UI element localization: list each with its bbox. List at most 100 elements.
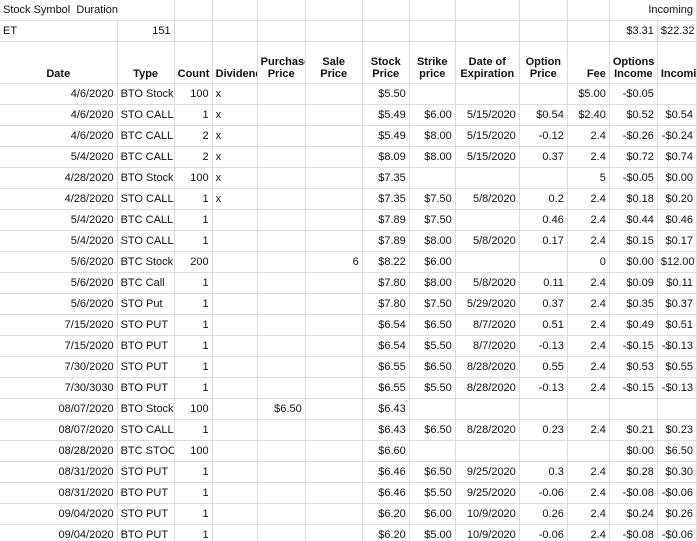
- sale-price-cell[interactable]: [305, 104, 363, 126]
- cell[interactable]: [174, 0, 213, 21]
- strike-price-cell[interactable]: [409, 440, 456, 462]
- strike-price-cell[interactable]: $6.50: [409, 419, 456, 441]
- sale-price-cell[interactable]: [305, 524, 363, 541]
- count-cell[interactable]: 1: [174, 524, 213, 541]
- header-count[interactable]: Count: [174, 41, 213, 84]
- stock-price-cell[interactable]: $6.55: [362, 377, 410, 399]
- dividend-cell[interactable]: x: [212, 125, 258, 147]
- strike-price-cell[interactable]: $5.50: [409, 482, 456, 504]
- dividend-cell[interactable]: [212, 524, 258, 541]
- options-income-cell[interactable]: $0.09: [609, 272, 658, 294]
- type-cell[interactable]: BTC Call: [117, 272, 175, 294]
- sale-price-cell[interactable]: [305, 335, 363, 357]
- incoming-cell[interactable]: $0.51: [657, 314, 697, 336]
- option-price-cell[interactable]: [519, 83, 568, 105]
- dividend-cell[interactable]: [212, 314, 258, 336]
- incoming-cell[interactable]: $0.37: [657, 293, 697, 315]
- purchase-price-cell[interactable]: [257, 314, 306, 336]
- expiration-cell[interactable]: 8/28/2020: [455, 377, 520, 399]
- strike-price-cell[interactable]: $7.50: [409, 188, 456, 210]
- sale-price-cell[interactable]: [305, 293, 363, 315]
- date-cell[interactable]: 5/6/2020: [0, 293, 118, 315]
- incoming-cell[interactable]: $0.46: [657, 209, 697, 231]
- sale-price-cell[interactable]: [305, 146, 363, 168]
- dividend-cell[interactable]: [212, 503, 258, 525]
- strike-price-cell[interactable]: $6.00: [409, 251, 456, 273]
- sale-price-cell[interactable]: [305, 167, 363, 189]
- count-cell[interactable]: 100: [174, 440, 213, 462]
- cell[interactable]: [455, 0, 520, 21]
- strike-price-cell[interactable]: $5.50: [409, 377, 456, 399]
- type-cell[interactable]: BTC STOCK: [117, 440, 175, 462]
- stock-price-cell[interactable]: $7.80: [362, 293, 410, 315]
- dividend-cell[interactable]: x: [212, 188, 258, 210]
- options-income-cell[interactable]: $0.44: [609, 209, 658, 231]
- type-cell[interactable]: STO CALL: [117, 104, 175, 126]
- stock-price-cell[interactable]: $7.35: [362, 167, 410, 189]
- stock-price-cell[interactable]: $6.46: [362, 461, 410, 483]
- options-income-cell[interactable]: $0.00: [609, 251, 658, 273]
- stock-price-cell[interactable]: $6.54: [362, 335, 410, 357]
- duration-value[interactable]: 151: [117, 20, 175, 42]
- count-cell[interactable]: 2: [174, 125, 213, 147]
- fee-cell[interactable]: 5: [567, 167, 610, 189]
- stock-price-cell[interactable]: $8.22: [362, 251, 410, 273]
- cell[interactable]: [567, 20, 610, 42]
- count-cell[interactable]: 1: [174, 461, 213, 483]
- incoming-cell[interactable]: $0.23: [657, 419, 697, 441]
- dividend-cell[interactable]: [212, 356, 258, 378]
- count-cell[interactable]: 100: [174, 398, 213, 420]
- dividend-cell[interactable]: [212, 251, 258, 273]
- cell[interactable]: [362, 20, 410, 42]
- dividend-cell[interactable]: [212, 419, 258, 441]
- count-cell[interactable]: 1: [174, 272, 213, 294]
- incoming-cell[interactable]: -$0.13: [657, 377, 697, 399]
- sale-price-cell[interactable]: [305, 188, 363, 210]
- date-cell[interactable]: 09/04/2020: [0, 524, 118, 541]
- strike-price-cell[interactable]: $8.00: [409, 146, 456, 168]
- fee-cell[interactable]: 2.4: [567, 209, 610, 231]
- stock-price-cell[interactable]: $5.49: [362, 104, 410, 126]
- type-cell[interactable]: BTC Stock: [117, 251, 175, 273]
- option-price-cell[interactable]: [519, 398, 568, 420]
- options-income-cell[interactable]: -$0.26: [609, 125, 658, 147]
- incoming-cell[interactable]: $0.20: [657, 188, 697, 210]
- count-cell[interactable]: 1: [174, 503, 213, 525]
- purchase-price-cell[interactable]: [257, 377, 306, 399]
- header-incoming[interactable]: Incoming: [657, 41, 697, 84]
- cell[interactable]: [212, 20, 258, 42]
- cell[interactable]: [305, 20, 363, 42]
- type-cell[interactable]: BTO PUT: [117, 377, 175, 399]
- sale-price-cell[interactable]: [305, 398, 363, 420]
- option-price-cell[interactable]: 0.37: [519, 293, 568, 315]
- count-cell[interactable]: 1: [174, 188, 213, 210]
- purchase-price-cell[interactable]: [257, 440, 306, 462]
- stock-price-cell[interactable]: $6.20: [362, 524, 410, 541]
- incoming-cell[interactable]: [657, 398, 697, 420]
- dividend-cell[interactable]: [212, 293, 258, 315]
- cell[interactable]: [362, 0, 410, 21]
- cell[interactable]: [409, 0, 456, 21]
- incoming-cell[interactable]: $0.30: [657, 461, 697, 483]
- purchase-price-cell[interactable]: [257, 83, 306, 105]
- type-cell[interactable]: STO PUT: [117, 503, 175, 525]
- date-cell[interactable]: 08/07/2020: [0, 419, 118, 441]
- stock-price-cell[interactable]: $5.49: [362, 125, 410, 147]
- cell[interactable]: [212, 0, 258, 21]
- options-income-cell[interactable]: $0.72: [609, 146, 658, 168]
- cell[interactable]: [519, 0, 568, 21]
- count-cell[interactable]: 1: [174, 314, 213, 336]
- expiration-cell[interactable]: [455, 398, 520, 420]
- sale-price-cell[interactable]: 6: [305, 251, 363, 273]
- header-strike-price[interactable]: Strike price: [409, 41, 456, 84]
- count-cell[interactable]: 1: [174, 209, 213, 231]
- stock-price-cell[interactable]: $5.50: [362, 83, 410, 105]
- strike-price-cell[interactable]: $6.50: [409, 314, 456, 336]
- cell[interactable]: [519, 20, 568, 42]
- option-price-cell[interactable]: 0.23: [519, 419, 568, 441]
- stock-price-cell[interactable]: $6.43: [362, 398, 410, 420]
- purchase-price-cell[interactable]: [257, 125, 306, 147]
- option-price-cell[interactable]: -0.13: [519, 335, 568, 357]
- stock-price-cell[interactable]: $7.35: [362, 188, 410, 210]
- stock-price-cell[interactable]: $6.20: [362, 503, 410, 525]
